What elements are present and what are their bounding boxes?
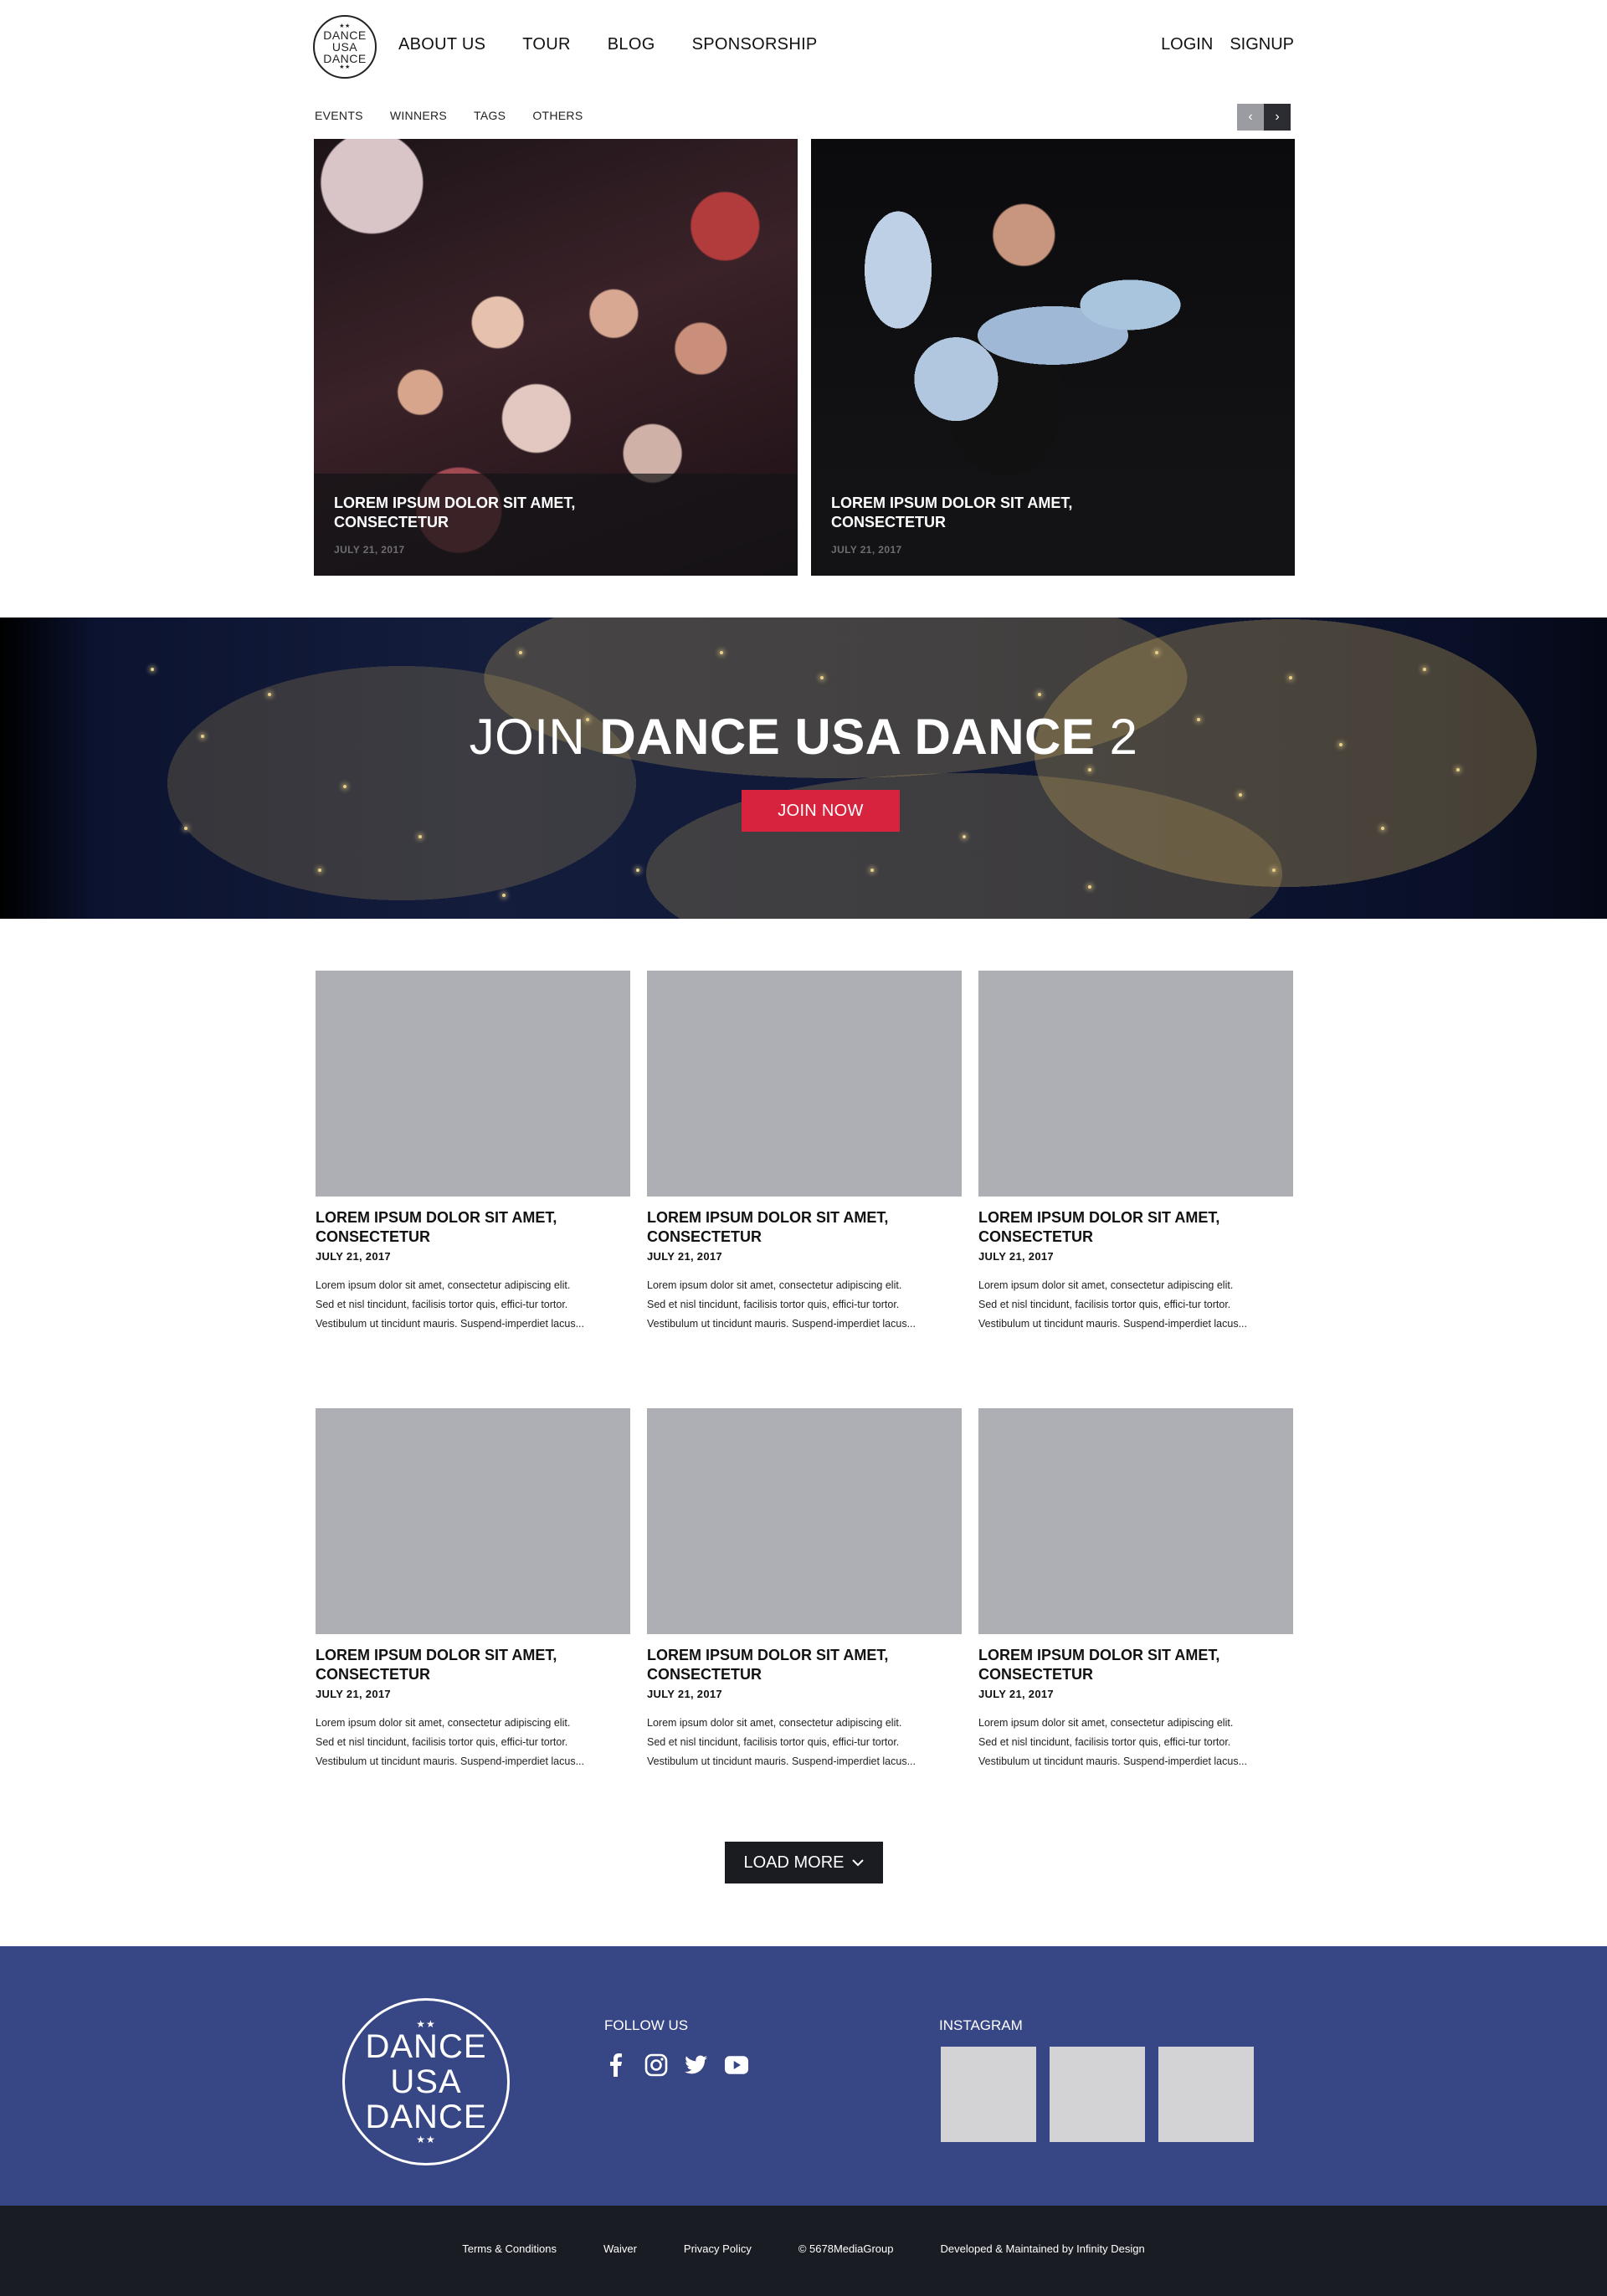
slider-next-button[interactable]: › bbox=[1264, 104, 1291, 131]
subnav-others[interactable]: OTHERS bbox=[532, 109, 583, 122]
post-card[interactable]: LOREM IPSUM DOLOR SIT AMET, CONSECTETUR … bbox=[316, 1408, 630, 1771]
nav-blog[interactable]: BLOG bbox=[608, 35, 655, 54]
night-map-background bbox=[0, 618, 1607, 919]
post-date: JULY 21, 2017 bbox=[978, 1250, 1054, 1263]
instagram-label: INSTAGRAM bbox=[939, 2017, 1023, 2033]
privacy-policy-link[interactable]: Privacy Policy bbox=[684, 2242, 752, 2255]
post-title[interactable]: LOREM IPSUM DOLOR SIT AMET, CONSECTETUR bbox=[978, 1208, 1293, 1247]
nav-sponsorship[interactable]: SPONSORSHIP bbox=[692, 35, 818, 54]
developer-credit[interactable]: Developed & Maintained by Infinity Desig… bbox=[941, 2242, 1145, 2255]
post-card[interactable]: LOREM IPSUM DOLOR SIT AMET, CONSECTETUR … bbox=[316, 971, 630, 1334]
join-now-button[interactable]: JOIN NOW bbox=[742, 790, 900, 832]
post-excerpt: Lorem ipsum dolor sit amet, consectetur … bbox=[647, 1717, 916, 1767]
main-nav: ABOUT US TOUR BLOG SPONSORSHIP bbox=[398, 35, 855, 54]
logo-line-2: USA bbox=[331, 40, 358, 54]
post-title[interactable]: LOREM IPSUM DOLOR SIT AMET, CONSECTETUR bbox=[316, 1208, 630, 1247]
post-excerpt: Lorem ipsum dolor sit amet, consectetur … bbox=[978, 1279, 1247, 1330]
copyright-text: © 5678MediaGroup bbox=[798, 2242, 894, 2255]
post-excerpt: Lorem ipsum dolor sit amet, consectetur … bbox=[316, 1279, 584, 1330]
instagram-gallery bbox=[941, 2047, 1254, 2142]
post-title[interactable]: LOREM IPSUM DOLOR SIT AMET, CONSECTETUR bbox=[647, 1646, 962, 1684]
join-heading-suffix: 2 bbox=[1095, 709, 1138, 765]
auth-nav: LOGIN SIGNUP bbox=[1161, 35, 1294, 54]
follow-us-label: FOLLOW US bbox=[604, 2017, 689, 2033]
post-title[interactable]: LOREM IPSUM DOLOR SIT AMET, CONSECTETUR bbox=[647, 1208, 962, 1247]
slider-arrows: ‹ › bbox=[1237, 104, 1291, 131]
featured-card[interactable]: LOREM IPSUM DOLOR SIT AMET, CONSECTETUR … bbox=[811, 139, 1295, 576]
logo-stars-icon: ★★ bbox=[339, 64, 351, 70]
featured-caption: LOREM IPSUM DOLOR SIT AMET, CONSECTETUR … bbox=[314, 474, 798, 576]
post-card[interactable]: LOREM IPSUM DOLOR SIT AMET, CONSECTETUR … bbox=[647, 971, 962, 1334]
footer-logo[interactable]: ★★ DANCE USA DANCE ★★ bbox=[342, 1998, 510, 2165]
featured-date: JULY 21, 2017 bbox=[831, 544, 902, 556]
post-card[interactable]: LOREM IPSUM DOLOR SIT AMET, CONSECTETUR … bbox=[978, 1408, 1293, 1771]
chevron-left-icon: ‹ bbox=[1248, 110, 1253, 124]
post-date: JULY 21, 2017 bbox=[647, 1250, 722, 1263]
footer-logo-line-1: DANCE bbox=[365, 2028, 487, 2065]
featured-caption: LOREM IPSUM DOLOR SIT AMET, CONSECTETUR … bbox=[811, 474, 1295, 576]
post-thumbnail[interactable] bbox=[978, 1408, 1293, 1634]
site-header: ★★ DANCE USA DANCE ★★ ABOUT US TOUR BLOG… bbox=[0, 0, 1607, 94]
subnav-events[interactable]: EVENTS bbox=[315, 109, 363, 122]
featured-card[interactable]: LOREM IPSUM DOLOR SIT AMET, CONSECTETUR … bbox=[314, 139, 798, 576]
post-thumbnail[interactable] bbox=[978, 971, 1293, 1197]
login-link[interactable]: LOGIN bbox=[1161, 35, 1213, 54]
post-excerpt: Lorem ipsum dolor sit amet, consectetur … bbox=[316, 1717, 584, 1767]
logo-line-1: DANCE bbox=[323, 28, 367, 42]
bottom-bar: Terms & Conditions Waiver Privacy Policy… bbox=[0, 2206, 1607, 2296]
join-heading-prefix: JOIN bbox=[469, 709, 600, 765]
nav-about-us[interactable]: ABOUT US bbox=[398, 35, 485, 54]
post-title[interactable]: LOREM IPSUM DOLOR SIT AMET, CONSECTETUR bbox=[316, 1646, 630, 1684]
join-heading: JOIN DANCE USA DANCE 2 bbox=[0, 708, 1607, 766]
post-date: JULY 21, 2017 bbox=[316, 1688, 391, 1700]
signup-link[interactable]: SIGNUP bbox=[1230, 35, 1294, 54]
post-excerpt: Lorem ipsum dolor sit amet, consectetur … bbox=[978, 1717, 1247, 1767]
subnav-tags[interactable]: TAGS bbox=[474, 109, 506, 122]
load-more-label: LOAD MORE bbox=[743, 1853, 845, 1872]
instagram-thumbnail[interactable] bbox=[941, 2047, 1036, 2142]
logo-stars-icon: ★★ bbox=[416, 2134, 436, 2145]
category-subnav: EVENTS WINNERS TAGS OTHERS bbox=[315, 109, 609, 122]
site-footer: ★★ DANCE USA DANCE ★★ FOLLOW US INSTAGRA… bbox=[0, 1946, 1607, 2206]
post-date: JULY 21, 2017 bbox=[978, 1688, 1054, 1700]
twitter-icon[interactable] bbox=[685, 2053, 708, 2077]
post-thumbnail[interactable] bbox=[316, 971, 630, 1197]
post-card[interactable]: LOREM IPSUM DOLOR SIT AMET, CONSECTETUR … bbox=[978, 971, 1293, 1334]
footer-links: Terms & Conditions Waiver Privacy Policy… bbox=[0, 2242, 1607, 2255]
post-date: JULY 21, 2017 bbox=[647, 1688, 722, 1700]
post-thumbnail[interactable] bbox=[316, 1408, 630, 1634]
waiver-link[interactable]: Waiver bbox=[603, 2242, 637, 2255]
post-thumbnail[interactable] bbox=[647, 971, 962, 1197]
nav-tour[interactable]: TOUR bbox=[522, 35, 571, 54]
footer-logo-line-2: USA bbox=[390, 2063, 462, 2100]
facebook-icon[interactable] bbox=[604, 2053, 628, 2077]
youtube-icon[interactable] bbox=[725, 2053, 748, 2077]
site-logo[interactable]: ★★ DANCE USA DANCE ★★ bbox=[313, 15, 377, 79]
terms-link[interactable]: Terms & Conditions bbox=[462, 2242, 557, 2255]
social-links bbox=[604, 2053, 748, 2077]
chevron-right-icon: › bbox=[1275, 110, 1280, 124]
post-title[interactable]: LOREM IPSUM DOLOR SIT AMET, CONSECTETUR bbox=[978, 1646, 1293, 1684]
footer-logo-line-3: DANCE bbox=[365, 2099, 487, 2135]
post-thumbnail[interactable] bbox=[647, 1408, 962, 1634]
instagram-thumbnail[interactable] bbox=[1158, 2047, 1254, 2142]
instagram-icon[interactable] bbox=[644, 2053, 668, 2077]
logo-line-3: DANCE bbox=[323, 52, 367, 65]
featured-title: LOREM IPSUM DOLOR SIT AMET, CONSECTETUR bbox=[334, 495, 576, 530]
post-date: JULY 21, 2017 bbox=[316, 1250, 391, 1263]
featured-date: JULY 21, 2017 bbox=[334, 544, 405, 556]
join-heading-brand: DANCE USA DANCE bbox=[599, 709, 1096, 765]
join-banner: JOIN DANCE USA DANCE 2 JOIN NOW bbox=[0, 618, 1607, 919]
featured-title: LOREM IPSUM DOLOR SIT AMET, CONSECTETUR bbox=[831, 495, 1073, 530]
post-card[interactable]: LOREM IPSUM DOLOR SIT AMET, CONSECTETUR … bbox=[647, 1408, 962, 1771]
chevron-down-icon bbox=[851, 1859, 864, 1867]
load-more-button[interactable]: LOAD MORE bbox=[725, 1842, 883, 1883]
slider-prev-button[interactable]: ‹ bbox=[1237, 104, 1264, 131]
instagram-thumbnail[interactable] bbox=[1050, 2047, 1145, 2142]
subnav-winners[interactable]: WINNERS bbox=[390, 109, 447, 122]
post-excerpt: Lorem ipsum dolor sit amet, consectetur … bbox=[647, 1279, 916, 1330]
